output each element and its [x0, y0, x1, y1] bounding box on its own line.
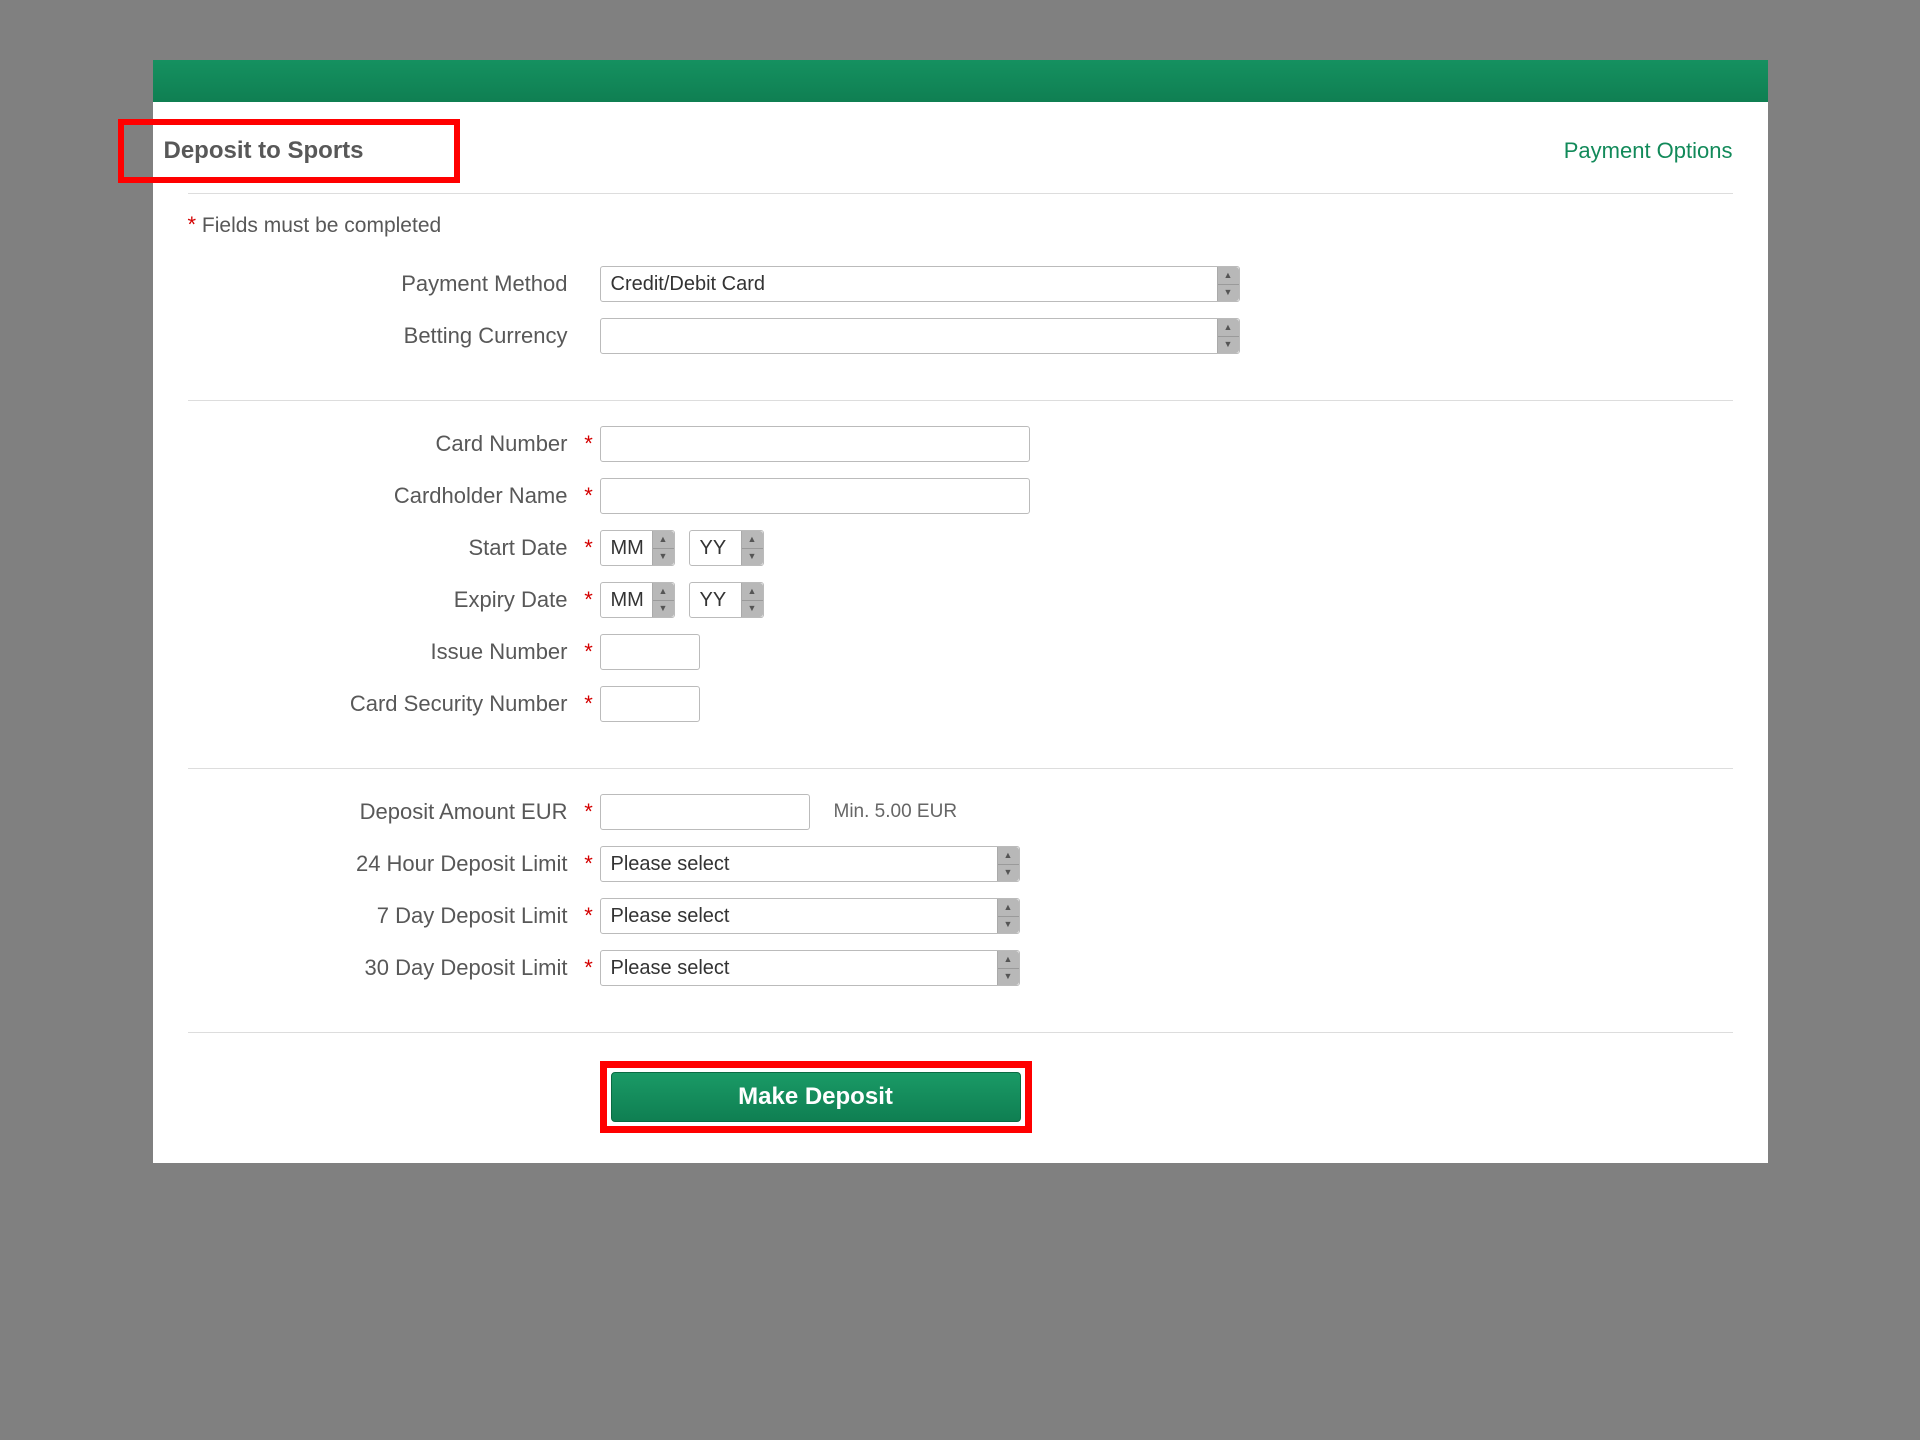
betting-currency-value	[601, 319, 1239, 329]
cardholder-name-input[interactable]	[600, 478, 1030, 514]
make-deposit-button[interactable]: Make Deposit	[611, 1072, 1021, 1122]
deposit-amount-row: Deposit Amount EUR * Min. 5.00 EUR	[188, 794, 1733, 830]
asterisk-icon: *	[584, 431, 593, 456]
chevron-down-icon: ▼	[998, 917, 1019, 934]
chevron-up-icon: ▲	[742, 583, 763, 601]
issue-number-label: Issue Number	[188, 639, 578, 665]
title-highlight-box: Deposit to Sports	[118, 119, 460, 183]
chevron-up-icon: ▲	[1218, 267, 1239, 285]
stepper-icon: ▲ ▼	[997, 951, 1019, 985]
chevron-up-icon: ▲	[653, 531, 674, 549]
start-date-month-select[interactable]: MM ▲ ▼	[600, 530, 675, 566]
expiry-date-row: Expiry Date * MM ▲ ▼ YY ▲ ▼	[188, 582, 1733, 618]
betting-currency-row: Betting Currency ▲ ▼	[188, 318, 1733, 354]
deposit-section: Deposit Amount EUR * Min. 5.00 EUR 24 Ho…	[188, 794, 1733, 1033]
limit-30d-select[interactable]: Please select ▲ ▼	[600, 950, 1020, 986]
page-container: Deposit to Sports Payment Options * Fiel…	[153, 60, 1768, 1163]
chevron-up-icon: ▲	[1218, 319, 1239, 337]
limit-24h-row: 24 Hour Deposit Limit * Please select ▲ …	[188, 846, 1733, 882]
start-date-row: Start Date * MM ▲ ▼ YY ▲ ▼	[188, 530, 1733, 566]
chevron-down-icon: ▼	[1218, 337, 1239, 354]
issue-number-input[interactable]	[600, 634, 700, 670]
card-number-row: Card Number *	[188, 426, 1733, 462]
payment-method-row: Payment Method Credit/Debit Card ▲ ▼	[188, 266, 1733, 302]
card-number-input[interactable]	[600, 426, 1030, 462]
expiry-date-month-select[interactable]: MM ▲ ▼	[600, 582, 675, 618]
limit-30d-value: Please select	[601, 951, 1019, 985]
stepper-icon: ▲ ▼	[652, 583, 674, 617]
chevron-up-icon: ▲	[998, 847, 1019, 865]
limit-24h-label: 24 Hour Deposit Limit	[188, 851, 578, 877]
required-note-text: Fields must be completed	[202, 214, 441, 237]
asterisk-icon: *	[584, 639, 593, 664]
chevron-up-icon: ▲	[998, 899, 1019, 917]
deposit-amount-label: Deposit Amount EUR	[188, 799, 578, 825]
chevron-down-icon: ▼	[653, 549, 674, 566]
page-title: Deposit to Sports	[164, 137, 364, 165]
card-number-label: Card Number	[188, 431, 578, 457]
chevron-up-icon: ▲	[653, 583, 674, 601]
chevron-down-icon: ▼	[1218, 285, 1239, 302]
betting-currency-select[interactable]: ▲ ▼	[600, 318, 1240, 354]
card-security-number-row: Card Security Number *	[188, 686, 1733, 722]
chevron-up-icon: ▲	[742, 531, 763, 549]
chevron-up-icon: ▲	[998, 951, 1019, 969]
start-date-year-select[interactable]: YY ▲ ▼	[689, 530, 764, 566]
chevron-down-icon: ▼	[998, 969, 1019, 986]
payment-method-section: Payment Method Credit/Debit Card ▲ ▼ Bet…	[188, 266, 1733, 401]
payment-method-select[interactable]: Credit/Debit Card ▲ ▼	[600, 266, 1240, 302]
limit-30d-label: 30 Day Deposit Limit	[188, 955, 578, 981]
chevron-down-icon: ▼	[998, 865, 1019, 882]
expiry-date-year-select[interactable]: YY ▲ ▼	[689, 582, 764, 618]
betting-currency-label: Betting Currency	[188, 323, 578, 349]
limit-24h-select[interactable]: Please select ▲ ▼	[600, 846, 1020, 882]
asterisk-icon: *	[584, 955, 593, 980]
asterisk-icon: *	[584, 903, 593, 928]
limit-7d-row: 7 Day Deposit Limit * Please select ▲ ▼	[188, 898, 1733, 934]
page-header: Deposit to Sports Payment Options	[188, 127, 1733, 194]
limit-30d-row: 30 Day Deposit Limit * Please select ▲ ▼	[188, 950, 1733, 986]
limit-24h-value: Please select	[601, 847, 1019, 881]
stepper-icon: ▲ ▼	[1217, 267, 1239, 301]
asterisk-icon: *	[188, 212, 197, 237]
stepper-icon: ▲ ▼	[1217, 319, 1239, 353]
payment-options-link[interactable]: Payment Options	[1564, 138, 1733, 164]
limit-7d-select[interactable]: Please select ▲ ▼	[600, 898, 1020, 934]
asterisk-icon: *	[584, 851, 593, 876]
stepper-icon: ▲ ▼	[652, 531, 674, 565]
top-green-bar	[153, 60, 1768, 102]
asterisk-icon: *	[584, 535, 593, 560]
issue-number-row: Issue Number *	[188, 634, 1733, 670]
cardholder-name-label: Cardholder Name	[188, 483, 578, 509]
required-fields-note: * Fields must be completed	[188, 194, 1733, 266]
card-security-number-input[interactable]	[600, 686, 700, 722]
submit-row: Make Deposit	[188, 1061, 1733, 1133]
deposit-min-hint: Min. 5.00 EUR	[834, 801, 958, 823]
asterisk-icon: *	[584, 483, 593, 508]
chevron-down-icon: ▼	[653, 601, 674, 618]
cardholder-name-row: Cardholder Name *	[188, 478, 1733, 514]
card-security-number-label: Card Security Number	[188, 691, 578, 717]
start-date-label: Start Date	[188, 535, 578, 561]
limit-7d-value: Please select	[601, 899, 1019, 933]
chevron-down-icon: ▼	[742, 601, 763, 618]
expiry-date-label: Expiry Date	[188, 587, 578, 613]
submit-highlight-box: Make Deposit	[600, 1061, 1032, 1133]
asterisk-icon: *	[584, 691, 593, 716]
asterisk-icon: *	[584, 799, 593, 824]
limit-7d-label: 7 Day Deposit Limit	[188, 903, 578, 929]
stepper-icon: ▲ ▼	[741, 583, 763, 617]
payment-method-value: Credit/Debit Card	[601, 267, 1239, 301]
stepper-icon: ▲ ▼	[997, 899, 1019, 933]
chevron-down-icon: ▼	[742, 549, 763, 566]
card-details-section: Card Number * Cardholder Name * Start Da…	[188, 426, 1733, 769]
stepper-icon: ▲ ▼	[997, 847, 1019, 881]
stepper-icon: ▲ ▼	[741, 531, 763, 565]
payment-method-label: Payment Method	[188, 271, 578, 297]
asterisk-icon: *	[584, 587, 593, 612]
deposit-amount-input[interactable]	[600, 794, 810, 830]
